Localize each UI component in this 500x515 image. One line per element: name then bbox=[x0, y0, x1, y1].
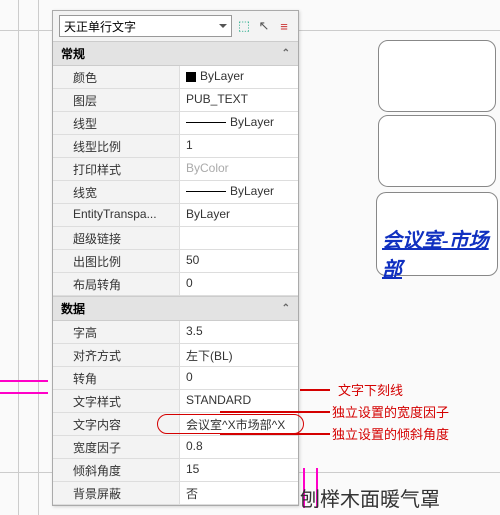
lineweight-swatch-icon bbox=[186, 191, 226, 192]
select-objects-icon[interactable]: ↖ bbox=[256, 18, 272, 34]
toggle-pim-icon[interactable]: ≡ bbox=[276, 18, 292, 34]
prop-row-oblique[interactable]: 倾斜角度15 bbox=[53, 459, 298, 482]
linetype-swatch-icon bbox=[186, 122, 226, 123]
prop-row-align[interactable]: 对齐方式左下(BL) bbox=[53, 344, 298, 367]
chevron-down-icon bbox=[219, 24, 227, 28]
prop-row-layoutrot[interactable]: 布局转角0 bbox=[53, 273, 298, 296]
bottom-annotation-text: 刨榉木面暖气罩 bbox=[300, 483, 440, 512]
section-data-label: 数据 bbox=[61, 300, 85, 317]
room-outline bbox=[378, 115, 496, 187]
prop-row-layer[interactable]: 图层PUB_TEXT bbox=[53, 89, 298, 112]
prop-row-plotstyle[interactable]: 打印样式ByColor bbox=[53, 158, 298, 181]
prop-row-hyperlink[interactable]: 超级链接 bbox=[53, 227, 298, 250]
callout-width: 独立设置的宽度因子 bbox=[332, 402, 449, 421]
prop-row-widthfactor[interactable]: 宽度因子0.8 bbox=[53, 436, 298, 459]
room-text-label: 会议室-市场部 bbox=[382, 224, 500, 282]
prop-row-linetype[interactable]: 线型ByLayer bbox=[53, 112, 298, 135]
color-swatch-icon bbox=[186, 72, 196, 82]
section-general-label: 常规 bbox=[61, 45, 85, 62]
prop-row-textstyle[interactable]: 文字样式STANDARD bbox=[53, 390, 298, 413]
callout-line bbox=[220, 433, 330, 435]
prop-row-bgmask[interactable]: 背景屏蔽否 bbox=[53, 482, 298, 505]
quick-select-icon[interactable]: ⬚ bbox=[236, 18, 252, 34]
callout-line bbox=[220, 411, 330, 413]
callout-line bbox=[300, 389, 330, 391]
collapse-icon: ⌃ bbox=[282, 48, 290, 59]
prop-row-ltscale[interactable]: 线型比例1 bbox=[53, 135, 298, 158]
prop-row-color[interactable]: 颜色ByLayer bbox=[53, 66, 298, 89]
panel-toolbar: 天正单行文字 ⬚ ↖ ≡ bbox=[53, 11, 298, 41]
callout-underline: 文字下刻线 bbox=[338, 380, 403, 399]
properties-panel: 天正单行文字 ⬚ ↖ ≡ 常规 ⌃ 颜色ByLayer 图层PUB_TEXT 线… bbox=[52, 10, 299, 506]
prop-row-rotation[interactable]: 转角0 bbox=[53, 367, 298, 390]
callout-oblique: 独立设置的倾斜角度 bbox=[332, 424, 449, 443]
prop-row-lineweight[interactable]: 线宽ByLayer bbox=[53, 181, 298, 204]
object-type-dropdown[interactable]: 天正单行文字 bbox=[59, 15, 232, 37]
object-type-value: 天正单行文字 bbox=[64, 18, 136, 35]
collapse-icon: ⌃ bbox=[282, 303, 290, 314]
section-data-header[interactable]: 数据 ⌃ bbox=[53, 296, 298, 321]
prop-row-plotscale[interactable]: 出图比例50 bbox=[53, 250, 298, 273]
section-general-header[interactable]: 常规 ⌃ bbox=[53, 41, 298, 66]
room-outline bbox=[378, 40, 496, 112]
prop-row-transparency[interactable]: EntityTranspa...ByLayer bbox=[53, 204, 298, 227]
prop-row-textheight[interactable]: 字高3.5 bbox=[53, 321, 298, 344]
